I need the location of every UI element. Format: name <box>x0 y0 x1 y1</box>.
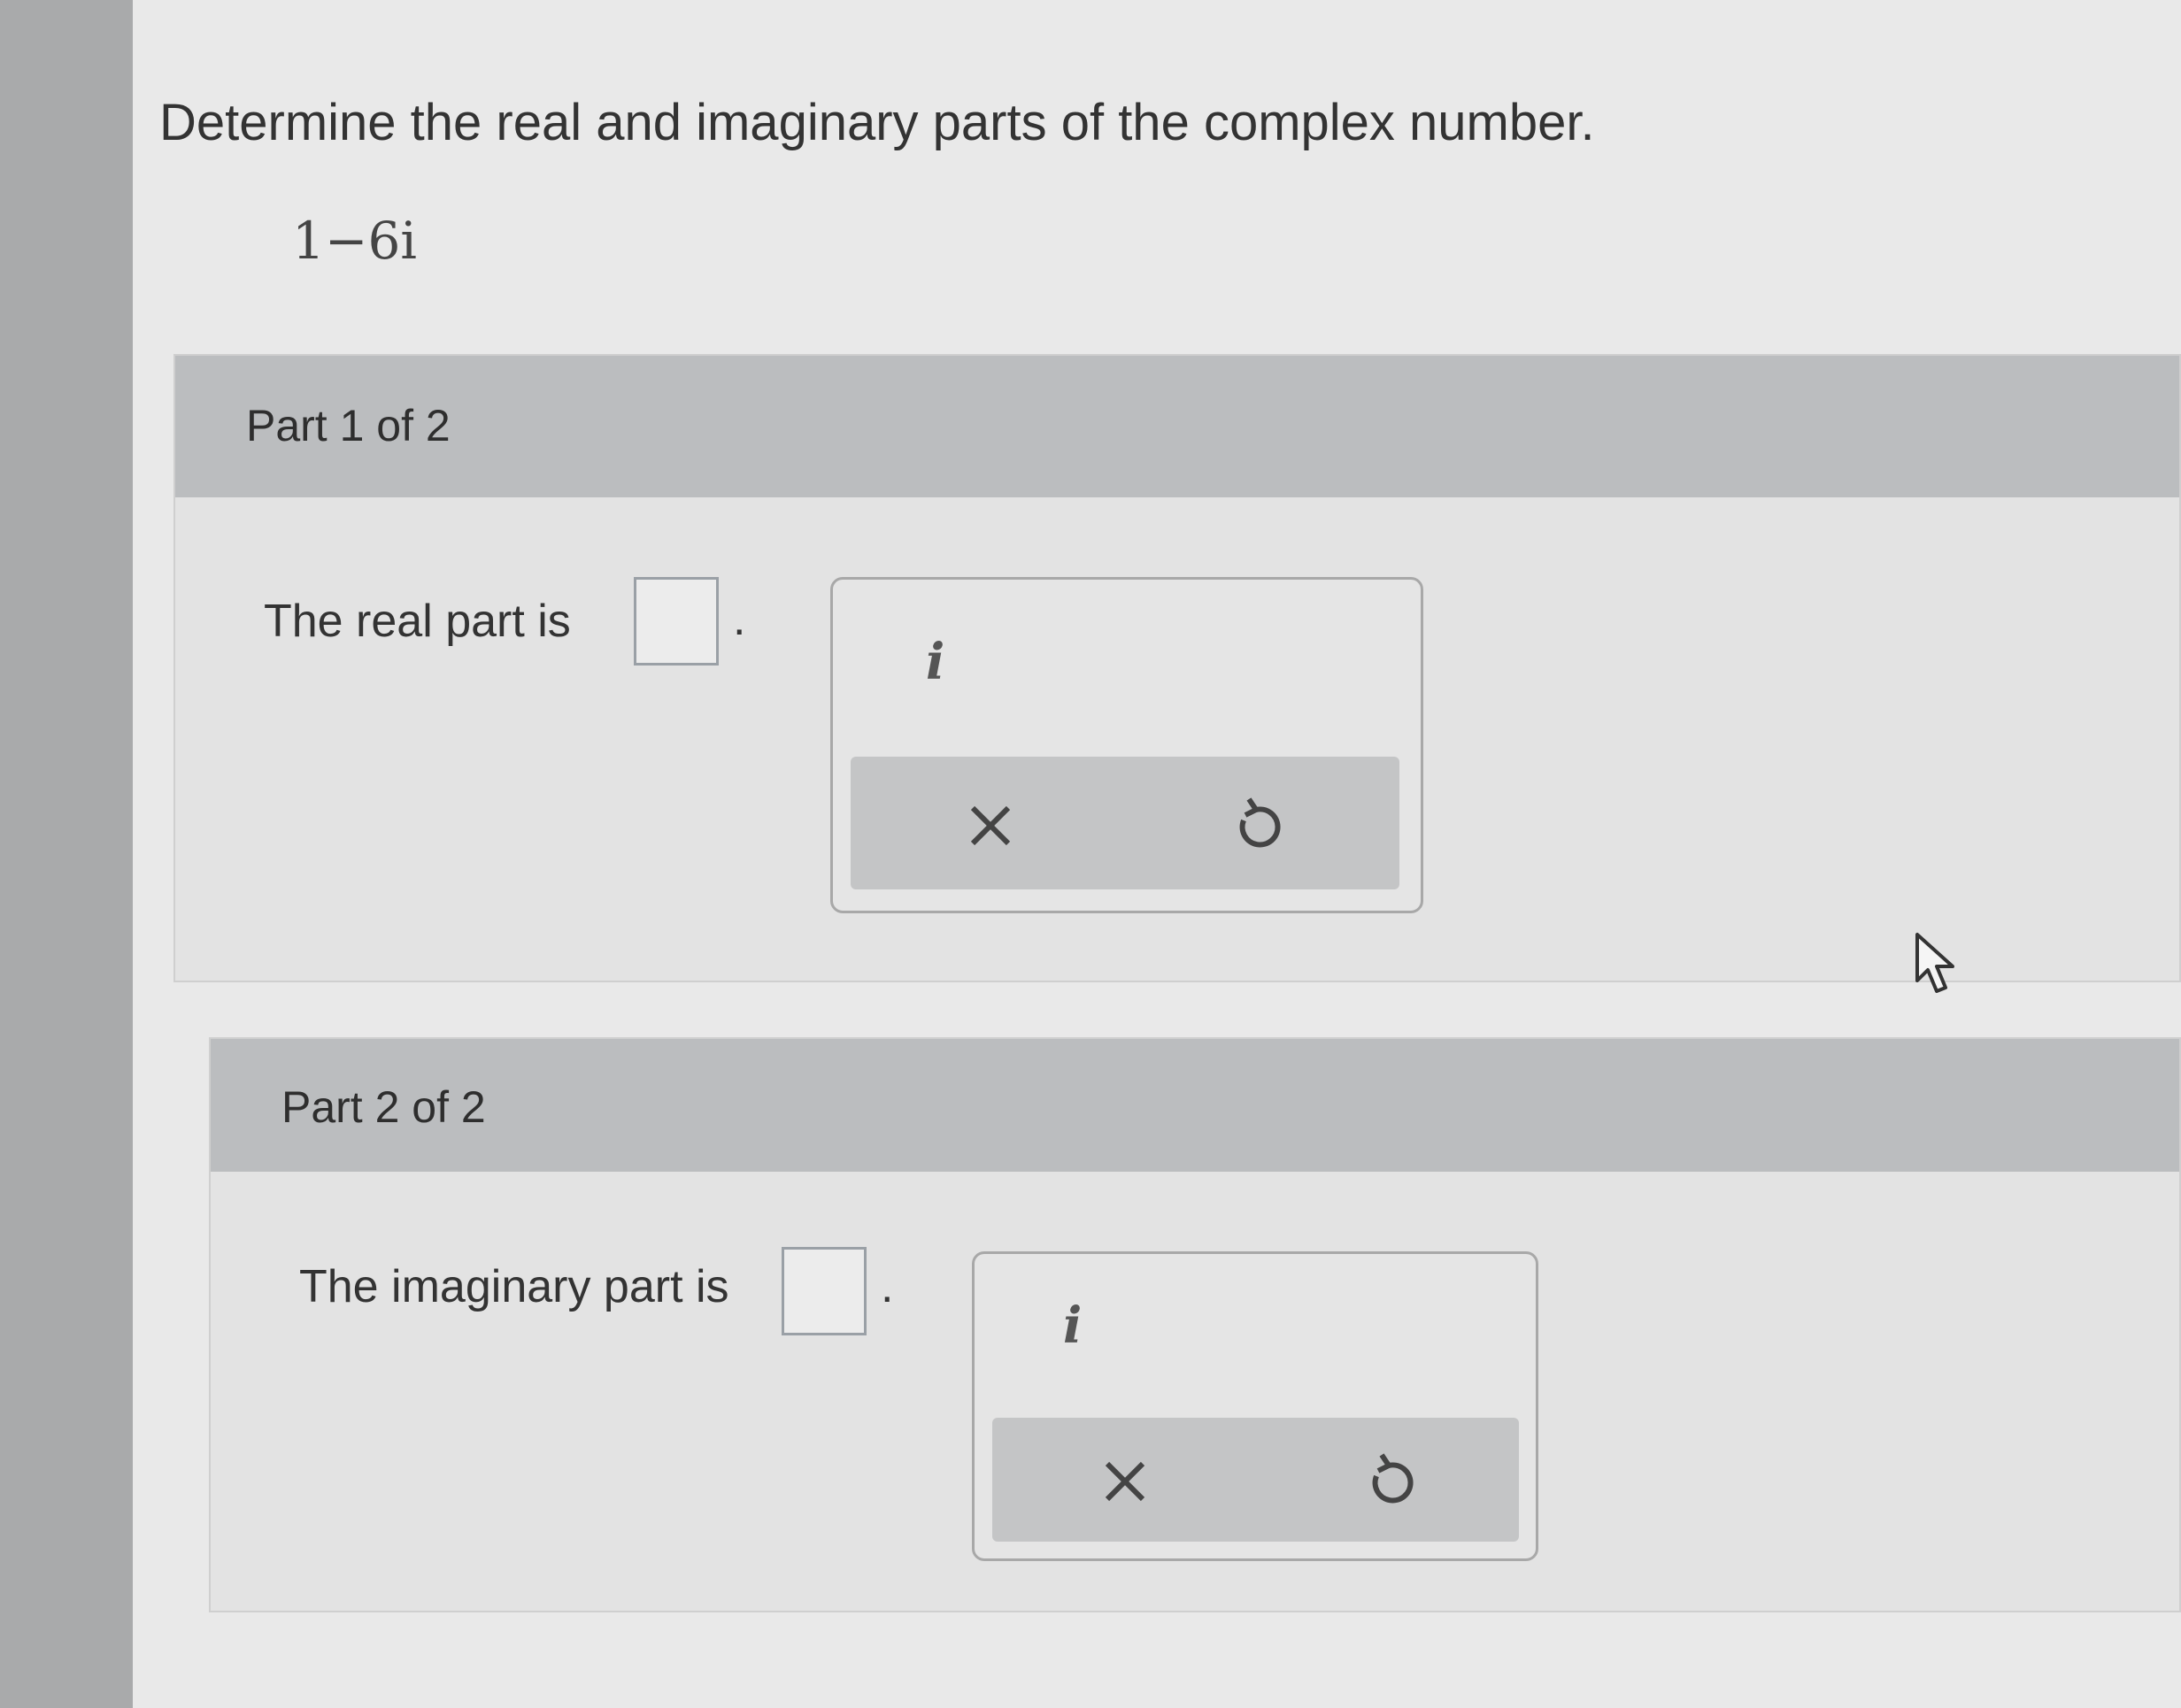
real-part-prompt: The real part is <box>264 596 571 647</box>
part-2-toolbar-strip <box>992 1418 1519 1542</box>
part-1-title: Part 1 of 2 <box>246 401 451 450</box>
undo-button[interactable] <box>1355 1446 1426 1517</box>
mouse-pointer-icon <box>1910 929 1963 1004</box>
close-icon <box>1105 1461 1145 1502</box>
left-margin-bar <box>0 0 133 1708</box>
undo-button[interactable] <box>1222 790 1293 861</box>
part-1-math-toolbox: i <box>830 577 1423 913</box>
part-2-panel: Part 2 of 2 The imaginary part is . i <box>209 1037 2181 1612</box>
imaginary-unit-button[interactable]: i <box>1063 1296 1082 1355</box>
part-1-toolbar-strip <box>851 757 1399 889</box>
clear-button[interactable] <box>1090 1446 1160 1517</box>
undo-icon <box>1372 1453 1414 1504</box>
part-2-title: Part 2 of 2 <box>281 1082 486 1132</box>
imaginary-part-period: . <box>881 1261 894 1312</box>
part-1-header: Part 1 of 2 <box>175 356 2179 497</box>
real-part-period: . <box>733 594 746 645</box>
real-part-answer-input[interactable] <box>634 577 719 666</box>
imaginary-part-answer-input[interactable] <box>782 1247 867 1335</box>
complex-number-expression: 1−6i <box>292 211 417 271</box>
close-icon <box>970 805 1011 846</box>
part-1-panel: Part 1 of 2 The real part is . i <box>173 354 2181 982</box>
imaginary-unit-button[interactable]: i <box>926 633 944 691</box>
undo-icon <box>1239 797 1281 848</box>
part-2-header: Part 2 of 2 <box>211 1039 2179 1172</box>
clear-button[interactable] <box>955 790 1026 861</box>
part-2-math-toolbox: i <box>972 1251 1538 1561</box>
question-instruction: Determine the real and imaginary parts o… <box>159 94 1595 151</box>
imaginary-part-prompt: The imaginary part is <box>299 1261 729 1312</box>
